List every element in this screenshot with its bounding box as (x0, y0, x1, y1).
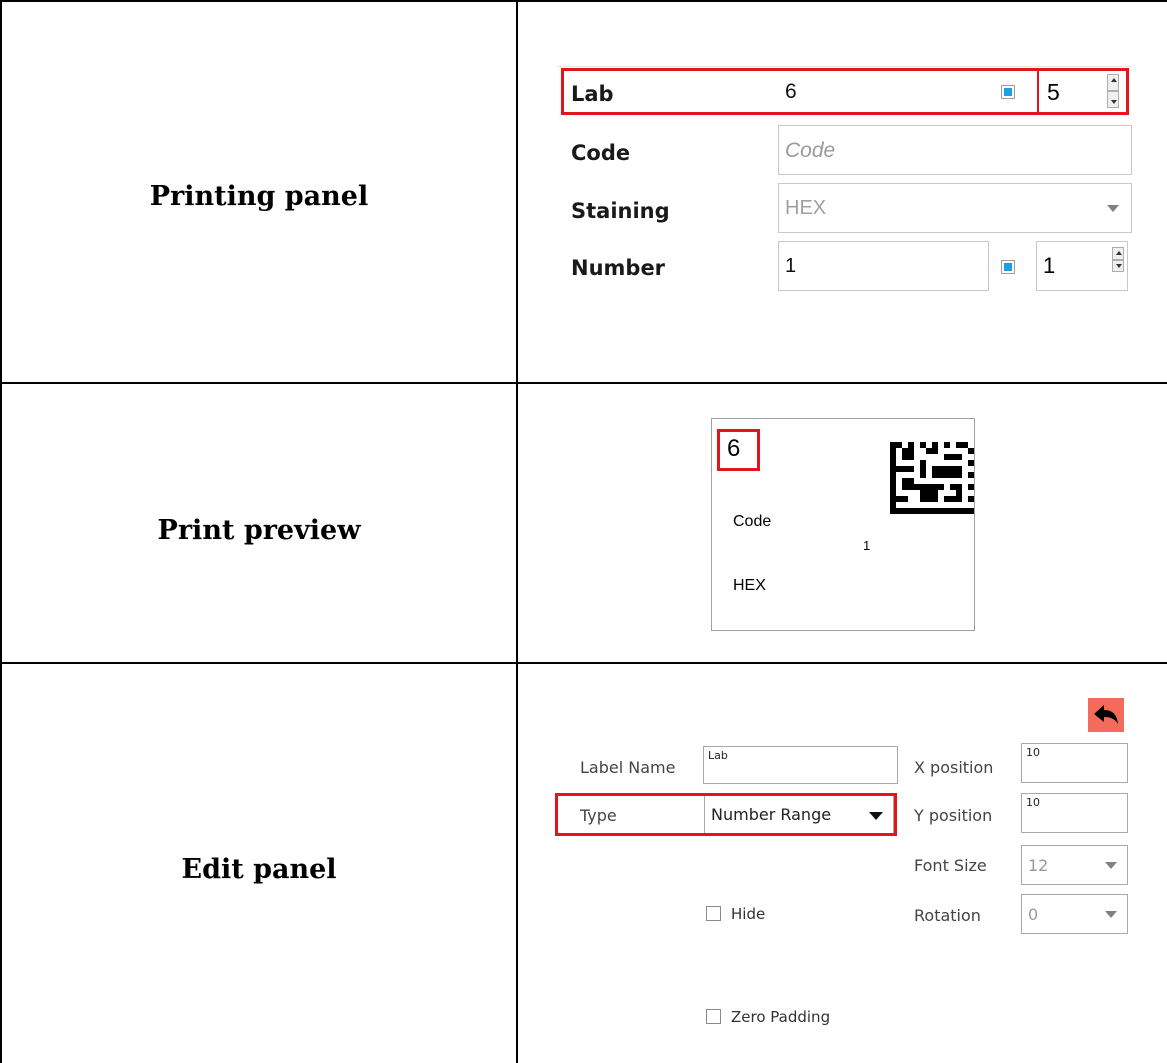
y-position-label: Y position (914, 806, 993, 825)
preview-lab-highlight (717, 429, 760, 471)
font-size-label: Font Size (914, 856, 987, 875)
rotation-label: Rotation (914, 906, 981, 925)
lab-row-highlight-divider (1037, 70, 1039, 113)
row-label-printing-panel: Printing panel (149, 181, 369, 212)
preview-staining: HEX (733, 577, 766, 594)
chevron-down-icon (1107, 205, 1119, 212)
row-label-print-preview: Print preview (157, 515, 361, 546)
font-size-value: 12 (1028, 856, 1049, 875)
code-input[interactable]: Code (778, 125, 1132, 175)
code-label: Code (571, 141, 631, 165)
label-name-label: Label Name (580, 758, 676, 777)
number-label: Number (571, 256, 666, 280)
type-row-highlight (555, 793, 897, 836)
number-spin-up-button[interactable] (1112, 247, 1124, 260)
staining-select[interactable]: HEX (778, 183, 1132, 233)
label-name-input[interactable]: Lab (703, 746, 898, 784)
back-button[interactable] (1088, 698, 1124, 732)
undo-arrow-icon (1094, 705, 1118, 724)
staining-value: HEX (785, 197, 827, 219)
x-position-input[interactable]: 10 (1021, 743, 1128, 783)
chevron-down-icon (1105, 911, 1117, 918)
table-border-top (0, 0, 1167, 2)
rotation-value: 0 (1028, 905, 1039, 924)
number-range-end-value: 1 (1043, 253, 1056, 278)
code-placeholder: Code (785, 139, 836, 162)
y-position-input[interactable]: 10 (1021, 793, 1128, 833)
number-spin-down-button[interactable] (1112, 259, 1124, 272)
preview-code: Code (733, 513, 772, 530)
preview-number: 1 (863, 538, 871, 553)
font-size-select[interactable]: 12 (1021, 845, 1128, 885)
zero-padding-checkbox[interactable] (706, 1009, 721, 1024)
table-divider-2 (0, 662, 1167, 664)
x-position-label: X position (914, 758, 994, 777)
number-value-field[interactable]: 1 (778, 241, 989, 291)
chevron-down-icon (1105, 862, 1117, 869)
label-print-preview: 6 Code 1 HEX (711, 418, 975, 631)
lab-row-highlight (561, 68, 1129, 115)
staining-label: Staining (571, 199, 670, 223)
table-divider-1 (0, 382, 1167, 384)
datamatrix-barcode-icon (890, 442, 974, 514)
row-label-edit-panel: Edit panel (181, 854, 337, 885)
number-range-checkbox[interactable] (1001, 260, 1015, 274)
number-spin-buttons (1112, 247, 1124, 272)
panel-top-edge (556, 66, 1131, 67)
document-table: Printing panel Print preview Edit panel … (0, 0, 1167, 1063)
rotation-select[interactable]: 0 (1021, 894, 1128, 934)
number-range-end-spinner[interactable]: 1 (1036, 241, 1128, 291)
zero-padding-label: Zero Padding (731, 1008, 831, 1026)
hide-checkbox[interactable] (706, 906, 721, 921)
hide-label: Hide (731, 905, 766, 923)
table-column-divider (516, 0, 518, 1063)
